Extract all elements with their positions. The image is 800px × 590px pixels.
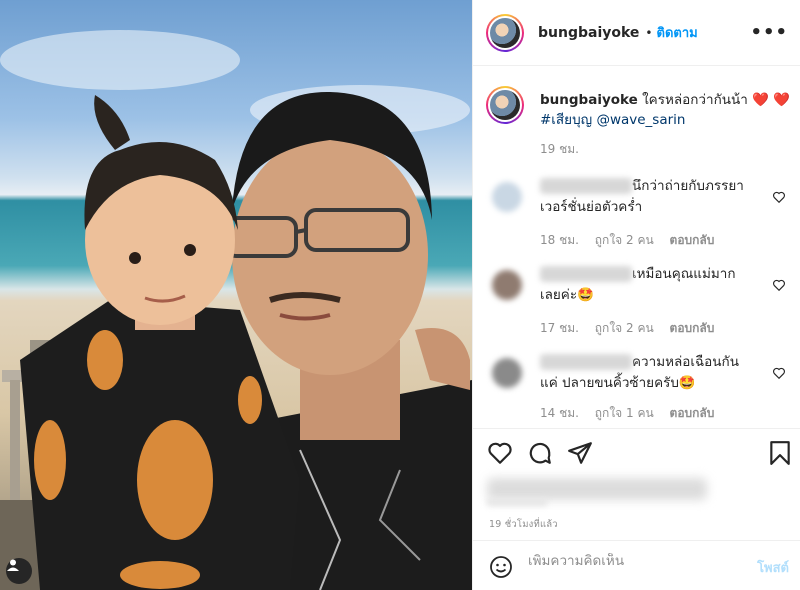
commenter-avatar[interactable] bbox=[492, 270, 522, 300]
commenter-avatar[interactable] bbox=[492, 182, 522, 212]
likes-detail-blurred bbox=[487, 498, 547, 506]
follow-button[interactable]: ติดตาม bbox=[657, 22, 698, 43]
comment-time: 14 ชม. bbox=[540, 406, 579, 420]
reply-button[interactable]: ตอบกลับ bbox=[670, 406, 715, 420]
commenter-name-blurred bbox=[540, 266, 632, 282]
section-divider bbox=[473, 428, 800, 429]
comment-likes[interactable]: ถูกใจ 2 คน bbox=[595, 321, 654, 335]
emoji-icon[interactable] bbox=[489, 555, 513, 579]
comment-item: เหมือนคุณแม่มาก เลยค่ะ🤩 17 ชม. ถูกใจ 2 ค… bbox=[486, 264, 786, 344]
comment-time: 18 ชม. bbox=[540, 233, 579, 247]
user-tag-icon[interactable] bbox=[6, 558, 32, 584]
caption-avatar[interactable] bbox=[486, 86, 524, 124]
comment-icon[interactable] bbox=[527, 440, 553, 466]
author-avatar[interactable] bbox=[486, 13, 524, 52]
comment-meta: 14 ชม. ถูกใจ 1 คน ตอบกลับ bbox=[540, 404, 726, 423]
comment-item: ความหล่อเฉือนกันแค่ ปลายขนคิ้วซ้ายครับ🤩 … bbox=[486, 352, 786, 432]
reply-button[interactable]: ตอบกลับ bbox=[670, 321, 715, 335]
comment-meta: 18 ชม. ถูกใจ 2 คน ตอบกลับ bbox=[540, 231, 726, 250]
share-icon[interactable] bbox=[567, 440, 593, 466]
caption-mention[interactable]: @wave_sarin bbox=[596, 112, 685, 128]
caption-username[interactable]: bungbaiyoke bbox=[540, 92, 638, 108]
comment-time: 17 ชม. bbox=[540, 321, 579, 335]
comment-like-icon[interactable] bbox=[772, 366, 786, 380]
comment-likes[interactable]: ถูกใจ 2 คน bbox=[595, 233, 654, 247]
comment-like-icon[interactable] bbox=[772, 278, 786, 292]
caption-text: bungbaiyoke ใครหล่อกว่ากันน้า ❤️ ❤️ #เสี… bbox=[540, 90, 790, 130]
comment-meta: 17 ชม. ถูกใจ 2 คน ตอบกลับ bbox=[540, 319, 726, 338]
bookmark-icon[interactable] bbox=[767, 440, 793, 466]
separator-dot: • bbox=[645, 25, 653, 40]
commenter-avatar[interactable] bbox=[492, 358, 522, 388]
comment-item: นึกว่าถ่ายกับภรรยา เวอร์ชั่นย่อตัวคร่ำ 1… bbox=[486, 176, 786, 256]
post-comment-button[interactable]: โพสต์ bbox=[757, 557, 789, 578]
comment-likes[interactable]: ถูกใจ 1 คน bbox=[595, 406, 654, 420]
likes-count-blurred[interactable] bbox=[487, 478, 707, 500]
heart-icon[interactable] bbox=[487, 440, 513, 466]
caption-hearts: ❤️ ❤️ bbox=[752, 92, 791, 108]
comment-text: นึกว่าถ่ายกับภรรยา เวอร์ชั่นย่อตัวคร่ำ bbox=[540, 178, 744, 215]
post-header: bungbaiyoke • ติดตาม ••• bbox=[473, 0, 800, 66]
comment-text: ความหล่อเฉือนกันแค่ ปลายขนคิ้วซ้ายครับ🤩 bbox=[540, 354, 739, 391]
commenter-name-blurred bbox=[540, 178, 632, 194]
post-photo[interactable] bbox=[0, 0, 472, 590]
add-comment-bar: โพสต์ bbox=[473, 540, 800, 590]
caption-hashtag[interactable]: #เสียบุญ bbox=[540, 112, 592, 128]
commenter-name-blurred bbox=[540, 354, 632, 370]
post-panel: bungbaiyoke • ติดตาม ••• bungbaiyoke ใคร… bbox=[472, 0, 800, 590]
more-options-icon[interactable]: ••• bbox=[750, 22, 788, 43]
post-timestamp: 19 ชั่วโมงที่แล้ว bbox=[489, 519, 558, 530]
comment-like-icon[interactable] bbox=[772, 190, 786, 204]
author-username[interactable]: bungbaiyoke bbox=[538, 25, 639, 41]
caption-time: 19 ชม. bbox=[540, 142, 579, 156]
reply-button[interactable]: ตอบกลับ bbox=[670, 233, 715, 247]
photo-illustration bbox=[0, 30, 472, 590]
action-bar bbox=[487, 440, 793, 468]
comment-input[interactable] bbox=[528, 553, 728, 569]
comment-text: เหมือนคุณแม่มาก เลยค่ะ🤩 bbox=[540, 266, 736, 303]
caption-body: ใครหล่อกว่ากันน้า bbox=[642, 92, 748, 108]
